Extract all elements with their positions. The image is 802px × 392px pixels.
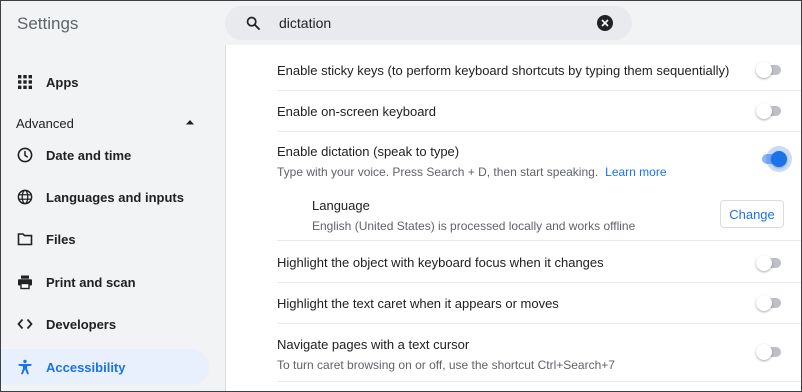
globe-icon xyxy=(17,189,33,205)
sidebar: Apps Advanced Date and time Languages an… xyxy=(1,45,223,391)
header: Settings dictation xyxy=(1,1,801,45)
divider xyxy=(277,381,801,382)
setting-title: Enable sticky keys (to perform keyboard … xyxy=(277,63,730,78)
setting-dictation: Enable dictation (speak to type) Type wi… xyxy=(277,144,801,179)
keyboard-focus-toggle[interactable] xyxy=(756,255,782,271)
divider xyxy=(277,323,801,324)
sidebar-item-files[interactable]: Files xyxy=(1,221,209,257)
sidebar-section-advanced[interactable]: Advanced xyxy=(1,115,209,131)
printer-icon xyxy=(18,275,32,290)
setting-subtitle: Type with your voice. Press Search + D, … xyxy=(277,165,801,179)
setting-keyboard-focus: Highlight the object with keyboard focus… xyxy=(277,255,801,270)
change-language-button[interactable]: Change xyxy=(720,200,784,228)
caret-browsing-toggle[interactable] xyxy=(756,344,782,360)
search-icon xyxy=(246,16,260,30)
sidebar-item-label: Languages and inputs xyxy=(46,189,184,205)
sidebar-item-accessibility[interactable]: Accessibility xyxy=(1,349,209,385)
apps-grid-icon xyxy=(18,75,32,89)
setting-title: Enable on-screen keyboard xyxy=(277,104,436,119)
divider xyxy=(277,240,801,241)
dictation-toggle[interactable] xyxy=(761,151,787,167)
accessibility-icon xyxy=(18,359,32,375)
sidebar-item-label: Accessibility xyxy=(46,359,126,375)
divider xyxy=(277,90,801,91)
divider xyxy=(277,131,801,132)
setting-title: Highlight the object with keyboard focus… xyxy=(277,255,604,270)
clock-icon xyxy=(17,147,33,163)
settings-window: Settings dictation Apps Advanced Date an… xyxy=(0,0,802,392)
sticky-keys-toggle[interactable] xyxy=(756,62,782,78)
setting-dictation-language: Language English (United States) is proc… xyxy=(312,198,712,233)
sidebar-item-date-and-time[interactable]: Date and time xyxy=(1,137,209,173)
sidebar-item-developers[interactable]: Developers xyxy=(1,306,209,342)
sidebar-item-label: Files xyxy=(46,231,76,247)
sidebar-item-languages-and-inputs[interactable]: Languages and inputs xyxy=(1,179,209,215)
sidebar-item-label: Date and time xyxy=(46,147,132,163)
sidebar-item-print-and-scan[interactable]: Print and scan xyxy=(1,264,209,300)
setting-text-caret: Highlight the text caret when it appears… xyxy=(277,296,801,311)
setting-title: Enable dictation (speak to type) xyxy=(277,144,460,159)
search-box[interactable]: dictation xyxy=(225,6,632,40)
language-description: English (United States) is processed loc… xyxy=(312,219,636,233)
setting-subtitle: To turn caret browsing on or off, use th… xyxy=(277,358,615,372)
onscreen-keyboard-toggle[interactable] xyxy=(756,103,782,119)
code-icon xyxy=(17,318,33,330)
section-label: Advanced xyxy=(16,116,74,131)
app-title: Settings xyxy=(17,14,79,33)
sidebar-item-apps[interactable]: Apps xyxy=(1,64,209,100)
text-caret-toggle[interactable] xyxy=(756,295,782,311)
setting-title: Highlight the text caret when it appears… xyxy=(277,296,559,311)
learn-more-link[interactable]: Learn more xyxy=(605,165,666,179)
setting-sticky-keys: Enable sticky keys (to perform keyboard … xyxy=(277,63,801,78)
folder-icon xyxy=(17,233,33,246)
sidebar-item-label: Apps xyxy=(46,74,79,90)
setting-caret-browsing: Navigate pages with a text cursor To tur… xyxy=(277,337,801,372)
sidebar-item-label: Print and scan xyxy=(46,274,136,290)
divider xyxy=(277,282,801,283)
clear-search-icon[interactable] xyxy=(597,15,613,31)
dictation-description: Type with your voice. Press Search + D, … xyxy=(277,165,599,179)
search-input[interactable]: dictation xyxy=(279,15,331,31)
setting-title: Language xyxy=(312,198,370,213)
sidebar-item-label: Developers xyxy=(46,316,117,332)
settings-card: Enable sticky keys (to perform keyboard … xyxy=(225,45,801,391)
caret-up-icon xyxy=(186,120,194,125)
setting-onscreen-keyboard: Enable on-screen keyboard xyxy=(277,104,801,119)
setting-title: Navigate pages with a text cursor xyxy=(277,337,470,352)
